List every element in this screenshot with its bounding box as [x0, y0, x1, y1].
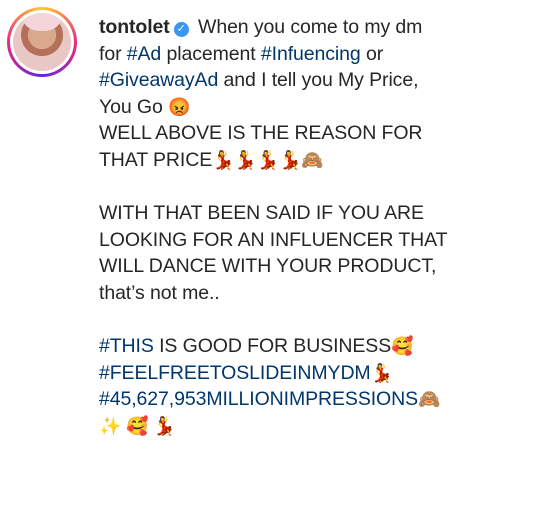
emoji: 😡 [168, 96, 191, 117]
caption-text: WITH THAT BEEN SAID IF YOU ARE [99, 202, 424, 225]
emoji: ✨ 🥰 💃 [99, 415, 176, 436]
caption-text: IS GOOD FOR BUSINESS [153, 335, 392, 358]
caption-text: LOOKING FOR AN INFLUENCER THAT [99, 228, 448, 251]
emoji: 🥰 [391, 336, 414, 357]
hashtag-link[interactable]: #FEELFREETOSLIDEINMYDM [99, 362, 371, 384]
hashtag-link[interactable]: #GiveawayAd [99, 69, 218, 91]
emoji: 💃 [370, 362, 393, 383]
caption-line: #GiveawayAd and I tell you My Price, [99, 67, 529, 94]
caption-line: THAT PRICE💃💃💃💃🙈 [99, 147, 529, 174]
caption-text: When you come to my dm [198, 16, 423, 38]
caption-line: WITH THAT BEEN SAID IF YOU ARE [99, 200, 529, 227]
avatar-image [13, 13, 71, 71]
caption-line: that’s not me.. [99, 280, 529, 307]
verified-badge-icon: ✓ [173, 22, 189, 37]
caption-text: placement [161, 42, 261, 65]
caption-line: WELL ABOVE IS THE REASON FOR [99, 120, 529, 147]
caption-line: You Go 😡 [99, 94, 529, 121]
hashtag-link[interactable]: #Infuencing [261, 43, 361, 65]
emoji: 💃💃💃💃🙈 [212, 149, 324, 170]
caption-line: #45,627,953MILLIONIMPRESSIONS🙈 [99, 386, 529, 413]
username-link[interactable]: tontolet [99, 16, 170, 38]
caption-first-line: tontolet ✓ When you come to my dm [99, 14, 529, 41]
caption-text: that’s not me.. [99, 281, 220, 304]
caption-text: WILL DANCE WITH YOUR PRODUCT, [99, 255, 437, 278]
caption-text: You Go [99, 95, 169, 118]
caption-line: ✨ 🥰 💃 [99, 413, 529, 440]
caption-line: for #Ad placement #Infuencing or [99, 41, 529, 68]
hashtag-link[interactable]: #45,627,953MILLIONIMPRESSIONS [99, 388, 418, 410]
caption-line: WILL DANCE WITH YOUR PRODUCT, [99, 253, 529, 280]
profile-avatar[interactable] [7, 7, 77, 77]
caption-text: or [360, 42, 384, 65]
hashtag-link[interactable]: #THIS [99, 335, 154, 357]
emoji: 🙈 [418, 389, 441, 410]
hashtag-link[interactable]: #Ad [127, 43, 162, 65]
caption-line: LOOKING FOR AN INFLUENCER THAT [99, 227, 529, 254]
caption-body: for #Ad placement #Infuencing or #Giveawa… [99, 41, 529, 440]
avatar-border [10, 10, 74, 74]
caption-text: THAT PRICE [99, 148, 213, 171]
caption-text: and I tell you My Price, [218, 69, 419, 92]
caption-text: WELL ABOVE IS THE REASON FOR [99, 122, 423, 145]
caption-text: for [99, 42, 127, 65]
caption-line: #FEELFREETOSLIDEINMYDM💃 [99, 360, 529, 387]
caption-text-line: When you come to my dm [193, 16, 423, 38]
caption-line: #THIS IS GOOD FOR BUSINESS🥰 [99, 333, 529, 360]
post-caption: tontolet ✓ When you come to my dm for #Ad… [99, 14, 529, 440]
